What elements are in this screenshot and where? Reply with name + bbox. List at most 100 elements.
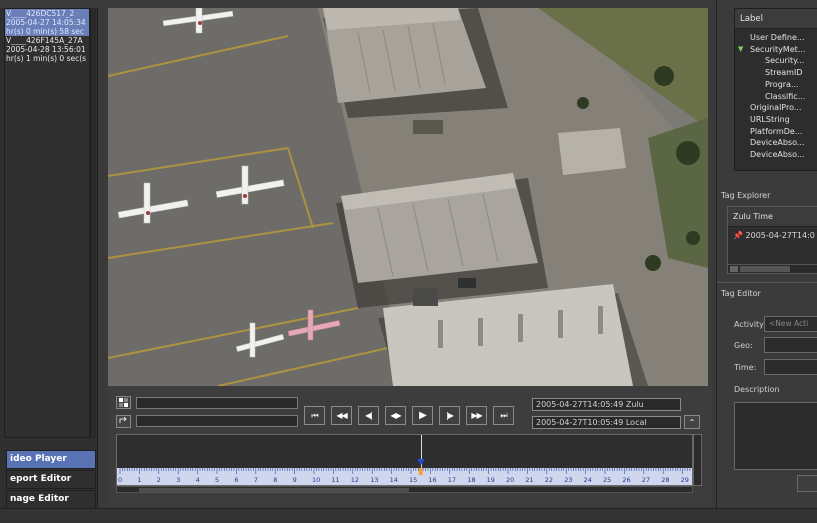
ruler-tick-label: 18: [467, 476, 476, 484]
geo-label: Geo:: [734, 341, 753, 350]
skip-to-end-icon: ⏭: [500, 410, 507, 420]
scroll-left-icon[interactable]: [730, 266, 738, 272]
nav-video-player[interactable]: ideo Player: [6, 450, 96, 469]
ruler-tick-label: 12: [350, 476, 360, 484]
clip-duration: hr(s) 1 min(s) 0 sec(s: [6, 54, 87, 63]
ruler-tick-label: 5: [215, 476, 220, 484]
tree-item-label: User Define...: [750, 33, 805, 42]
ruler-tick-label: 10: [312, 476, 321, 484]
tree-item[interactable]: Classific...: [735, 91, 817, 103]
ruler-tick-label: 22: [544, 476, 554, 484]
frame-toggle-button[interactable]: ◀▶: [385, 406, 406, 425]
ruler-tick-label: 6: [234, 476, 239, 484]
time-field[interactable]: [764, 359, 817, 375]
tag-row-time: 2005-04-27T14:0: [745, 231, 815, 240]
skip-to-start-button[interactable]: ⏮: [304, 406, 325, 425]
ruler-tick-label: 11: [331, 476, 340, 484]
zulu-time-column-header[interactable]: Zulu Time: [728, 207, 817, 227]
ruler-tick-label: 3: [176, 476, 181, 484]
tree-item-label: URLString: [750, 114, 790, 124]
loop-icon[interactable]: [116, 415, 131, 428]
playhead-marker-icon[interactable]: [417, 459, 425, 465]
tag-explorer-title: Tag Explorer: [721, 191, 771, 200]
tree-item[interactable]: DeviceAbso...: [735, 137, 817, 149]
step-forward-button[interactable]: |▶: [439, 406, 460, 425]
divider: [717, 282, 817, 283]
timeline-horizontal-scrollbar[interactable]: [116, 486, 693, 493]
save-tag-button[interactable]: [797, 475, 817, 492]
ruler-tick-label: 2: [156, 476, 161, 484]
ruler-tick-label: 23: [564, 476, 573, 484]
timeline-ruler[interactable]: 0 1 2 3 4 5 6 7 8 9 10 11 12 13 14 15 16 17 18 19 20 21 22 23 24…: [117, 468, 692, 485]
ruler-tick-label: 26: [622, 476, 631, 484]
activity-select[interactable]: <New Acti: [764, 316, 817, 332]
ruler-tick-label: 7: [253, 476, 258, 484]
ruler-tick-label: 8: [273, 476, 278, 484]
tree-item[interactable]: User Define...: [735, 32, 817, 44]
rewind-button[interactable]: ◀◀: [331, 406, 352, 425]
metadata-tree[interactable]: Label User Define... ▼ SecurityMet... Secur…: [734, 8, 817, 171]
clip-name: V____426F145A_27A: [6, 36, 83, 45]
ruler-tick-label: 1: [137, 476, 142, 484]
ruler-tick-label: 16: [428, 476, 437, 484]
tree-item[interactable]: Security...: [735, 55, 817, 67]
nav-report-editor[interactable]: eport Editor: [6, 470, 96, 489]
description-label: Description: [734, 385, 780, 394]
clip-list[interactable]: V____426DC517_2 2005-04-27 14:05:34 hr(s…: [4, 8, 90, 438]
tree-item[interactable]: URLString: [735, 114, 817, 126]
ruler-tick-label: 17: [447, 476, 457, 484]
tree-item-label: OriginalPro...: [750, 103, 802, 113]
fast-forward-button[interactable]: ▶▶: [466, 406, 487, 425]
nav-label: nage Editor: [10, 494, 69, 504]
timeline-vertical-scrollbar[interactable]: [693, 434, 702, 486]
tag-explorer-scrollbar[interactable]: [728, 264, 817, 273]
progress-slot: [136, 397, 298, 409]
expand-arrow-icon[interactable]: ▼: [738, 44, 743, 56]
aerial-video-image: [108, 8, 708, 386]
label-column-header[interactable]: Label: [735, 9, 817, 29]
clip-date: 2005-04-27 14:05:34: [5, 18, 89, 27]
snapshot-icon[interactable]: [116, 396, 131, 409]
status-bar: [0, 508, 817, 523]
tree-item[interactable]: PlatformDe...: [735, 126, 817, 138]
ruler-current-marker: [418, 468, 423, 475]
play-button[interactable]: ▶: [412, 406, 433, 425]
frame-toggle-icon: ◀▶: [390, 411, 401, 420]
tag-row[interactable]: 📌 2005-04-27T14:0: [728, 227, 817, 240]
clip-item[interactable]: V____426F145A_27A 2005-04-28 13:56:01 hr…: [5, 36, 89, 63]
tree-item[interactable]: DeviceAbso...: [735, 149, 817, 161]
scroll-thumb[interactable]: [139, 488, 409, 492]
step-forward-icon: |▶: [446, 411, 454, 420]
tree-item[interactable]: Progra...: [735, 79, 817, 91]
scroll-thumb[interactable]: [740, 266, 790, 272]
clip-list-scrollbar[interactable]: [90, 8, 96, 438]
tag-explorer-table[interactable]: Zulu Time 📌 2005-04-27T14:0: [727, 206, 817, 274]
tree-item-label: Classific...: [765, 91, 806, 101]
timeline[interactable]: 0 1 2 3 4 5 6 7 8 9 10 11 12 13 14 15 16 17 18 19 20 21 22 23 24…: [116, 434, 693, 486]
video-frame[interactable]: [108, 8, 708, 386]
nav-image-editor[interactable]: nage Editor: [6, 490, 96, 509]
step-back-button[interactable]: ◀|: [358, 406, 379, 425]
clip-name: V____426DC517_2: [5, 9, 89, 18]
pin-icon: 📌: [733, 231, 743, 240]
tree-item[interactable]: StreamID: [735, 67, 817, 79]
local-time-display: 2005-04-27T10:05:49 Local: [532, 416, 681, 429]
ruler-tick-label: 21: [525, 476, 534, 484]
tree-item[interactable]: ▼ SecurityMet...: [735, 44, 817, 56]
tree-item-label: Security...: [765, 56, 805, 66]
time-label: Time:: [734, 363, 757, 372]
activity-label: Activity:: [734, 320, 767, 329]
tree-item[interactable]: OriginalPro...: [735, 102, 817, 114]
ruler-tick-label: 13: [370, 476, 379, 484]
ruler-tick-label: 24: [583, 476, 592, 484]
collapse-timeline-icon[interactable]: ⌃: [684, 415, 700, 429]
skip-to-end-button[interactable]: ⏭: [493, 406, 514, 425]
tree-item-label: DeviceAbso...: [750, 150, 805, 160]
ruler-tick-label: 15: [409, 476, 418, 484]
description-textarea[interactable]: [734, 402, 817, 470]
step-back-icon: ◀|: [365, 411, 373, 420]
clip-date: 2005-04-28 13:56:01: [6, 45, 86, 54]
rewind-icon: ◀◀: [336, 411, 347, 420]
clip-item[interactable]: V____426DC517_2 2005-04-27 14:05:34 hr(s…: [5, 9, 89, 36]
geo-field[interactable]: [764, 337, 817, 353]
